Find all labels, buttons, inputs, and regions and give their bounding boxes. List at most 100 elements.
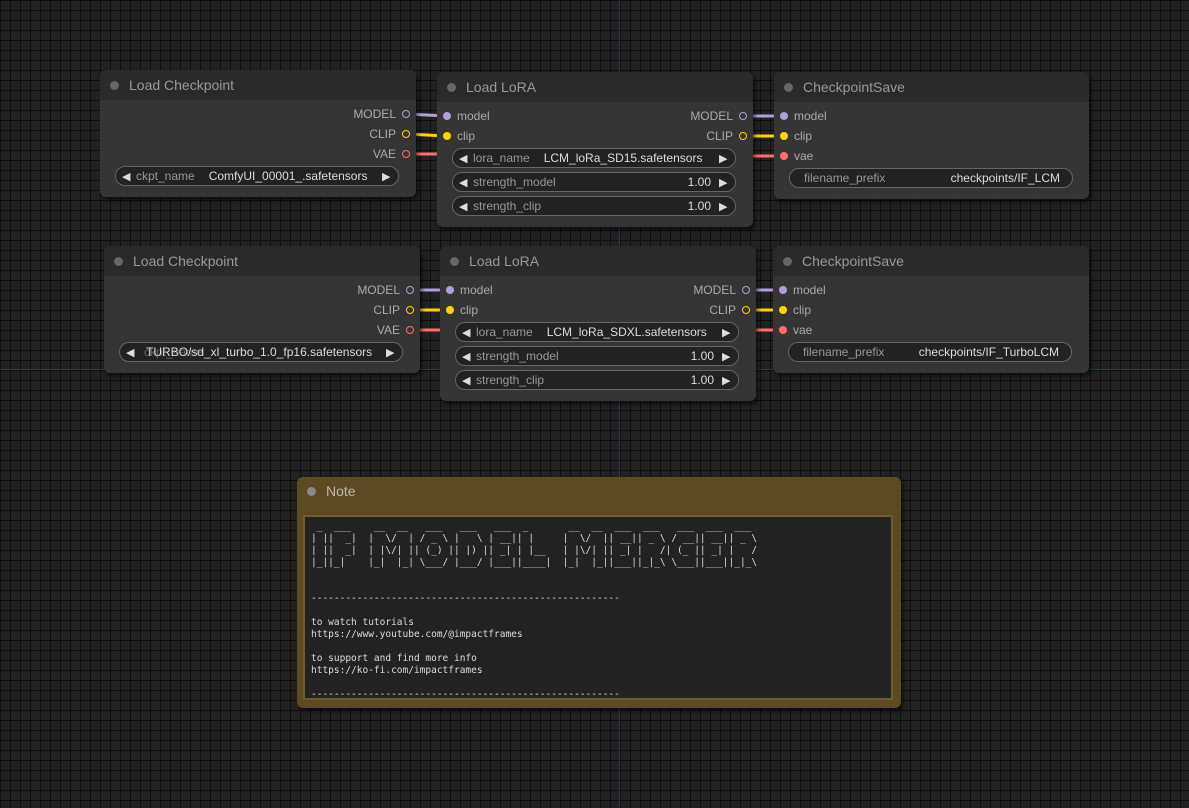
output-clip[interactable]: CLIP	[709, 300, 750, 320]
filename-prefix-input[interactable]: filename_prefix checkpoints/IF_TurboLCM	[788, 342, 1072, 362]
ckpt-name-combo[interactable]: ◀ ckpt_name ComfyUI_00001_.safetensors ▶	[115, 166, 399, 186]
widget-value: ComfyUI_00001_.safetensors	[208, 169, 368, 183]
input-slot-icon[interactable]	[446, 306, 454, 314]
strength-clip-number[interactable]: ◀ strength_clip 1.00 ▶	[452, 196, 736, 216]
lora-name-combo[interactable]: ◀ lora_name LCM_loRa_SDXL.safetensors ▶	[455, 322, 739, 342]
arrow-left-icon[interactable]: ◀	[462, 350, 472, 363]
output-slot-icon[interactable]	[402, 130, 410, 138]
input-label: clip	[794, 129, 813, 143]
arrow-right-icon[interactable]: ▶	[719, 200, 729, 213]
arrow-left-icon[interactable]: ◀	[122, 170, 132, 183]
node-title: CheckpointSave	[802, 253, 904, 269]
output-slot-icon[interactable]	[406, 306, 414, 314]
output-slot-icon[interactable]	[406, 286, 414, 294]
input-vae[interactable]: vae	[779, 320, 812, 340]
output-slot-icon[interactable]	[739, 132, 747, 140]
output-slot-icon[interactable]	[739, 112, 747, 120]
strength-clip-number[interactable]: ◀ strength_clip 1.00 ▶	[455, 370, 739, 390]
input-clip[interactable]: clip	[779, 300, 811, 320]
output-model[interactable]: MODEL	[693, 280, 750, 300]
input-slot-icon[interactable]	[779, 286, 787, 294]
output-clip[interactable]: CLIP	[373, 300, 414, 320]
collapse-dot-icon[interactable]	[450, 256, 459, 266]
arrow-left-icon[interactable]: ◀	[126, 346, 136, 359]
input-slot-icon[interactable]	[780, 152, 788, 160]
strength-model-number[interactable]: ◀ strength_model 1.00 ▶	[455, 346, 739, 366]
node-title-bar[interactable]: CheckpointSave	[774, 72, 1089, 102]
strength-model-number[interactable]: ◀ strength_model 1.00 ▶	[452, 172, 736, 192]
output-slot-icon[interactable]	[742, 286, 750, 294]
input-clip[interactable]: clip	[446, 300, 478, 320]
arrow-right-icon[interactable]: ▶	[719, 176, 729, 189]
arrow-left-icon[interactable]: ◀	[459, 200, 469, 213]
widget-value: checkpoints/IF_TurboLCM	[918, 345, 1059, 359]
output-vae[interactable]: VAE	[373, 144, 410, 164]
arrow-right-icon[interactable]: ▶	[722, 350, 732, 363]
checkpoint-save-node[interactable]: CheckpointSave model clip vae filename_p…	[773, 246, 1089, 373]
arrow-right-icon[interactable]: ▶	[719, 152, 729, 165]
input-slot-icon[interactable]	[780, 112, 788, 120]
filename-prefix-input[interactable]: filename_prefix checkpoints/IF_LCM	[789, 168, 1073, 188]
output-slot-icon[interactable]	[402, 150, 410, 158]
node-title-bar[interactable]: Note	[297, 477, 901, 505]
note-text-area[interactable]: _ ___ __ __ ___ ___ ___ _ __ __ ___ ___ …	[303, 515, 893, 700]
output-slot-icon[interactable]	[742, 306, 750, 314]
input-model[interactable]: model	[779, 280, 826, 300]
arrow-right-icon[interactable]: ▶	[382, 170, 392, 183]
input-clip[interactable]: clip	[780, 126, 812, 146]
load-lora-node[interactable]: Load LoRA model clip MODEL CLIP ◀ lora_n…	[437, 72, 753, 227]
widget-label: lora_name	[473, 151, 530, 165]
node-title-bar[interactable]: Load LoRA	[437, 72, 753, 102]
input-clip[interactable]: clip	[443, 126, 475, 146]
arrow-left-icon[interactable]: ◀	[459, 176, 469, 189]
arrow-right-icon[interactable]: ▶	[722, 326, 732, 339]
output-clip[interactable]: CLIP	[369, 124, 410, 144]
collapse-dot-icon[interactable]	[307, 486, 316, 496]
arrow-right-icon[interactable]: ▶	[386, 346, 396, 359]
input-label: model	[794, 109, 827, 123]
node-title-bar[interactable]: Load Checkpoint	[104, 246, 420, 276]
node-title: CheckpointSave	[803, 79, 905, 95]
load-lora-node[interactable]: Load LoRA model clip MODEL CLIP ◀ lora_n…	[440, 246, 756, 401]
output-label: MODEL	[357, 283, 400, 297]
input-model[interactable]: model	[443, 106, 490, 126]
input-slot-icon[interactable]	[443, 112, 451, 120]
arrow-left-icon[interactable]: ◀	[459, 152, 469, 165]
input-model[interactable]: model	[446, 280, 493, 300]
load-checkpoint-node[interactable]: Load Checkpoint MODEL CLIP VAE ◀ ckpt_na…	[104, 246, 420, 373]
widget-label: ckpt_name	[144, 345, 203, 359]
input-slot-icon[interactable]	[779, 306, 787, 314]
output-clip[interactable]: CLIP	[706, 126, 747, 146]
collapse-dot-icon[interactable]	[447, 82, 456, 92]
output-slot-icon[interactable]	[402, 110, 410, 118]
input-vae[interactable]: vae	[780, 146, 813, 166]
collapse-dot-icon[interactable]	[784, 82, 793, 92]
ckpt-name-combo[interactable]: ◀ ckpt_name TURBO/sd_xl_turbo_1.0_fp16.s…	[119, 342, 403, 362]
load-checkpoint-node[interactable]: Load Checkpoint MODEL CLIP VAE ◀ ckpt_na…	[100, 70, 416, 197]
input-slot-icon[interactable]	[780, 132, 788, 140]
arrow-right-icon[interactable]: ▶	[722, 374, 732, 387]
node-title-bar[interactable]: Load LoRA	[440, 246, 756, 276]
lora-name-combo[interactable]: ◀ lora_name LCM_loRa_SD15.safetensors ▶	[452, 148, 736, 168]
collapse-dot-icon[interactable]	[110, 80, 119, 90]
node-title-bar[interactable]: CheckpointSave	[773, 246, 1089, 276]
output-vae[interactable]: VAE	[377, 320, 414, 340]
output-model[interactable]: MODEL	[353, 104, 410, 124]
input-slot-icon[interactable]	[446, 286, 454, 294]
widget-value: checkpoints/IF_LCM	[950, 171, 1060, 185]
input-slot-icon[interactable]	[779, 326, 787, 334]
collapse-dot-icon[interactable]	[114, 256, 123, 266]
input-slot-icon[interactable]	[443, 132, 451, 140]
widget-value: 1.00	[687, 175, 711, 189]
output-model[interactable]: MODEL	[690, 106, 747, 126]
input-model[interactable]: model	[780, 106, 827, 126]
node-title-bar[interactable]: Load Checkpoint	[100, 70, 416, 100]
output-label: MODEL	[353, 107, 396, 121]
collapse-dot-icon[interactable]	[783, 256, 792, 266]
arrow-left-icon[interactable]: ◀	[462, 374, 472, 387]
note-node[interactable]: Note _ ___ __ __ ___ ___ ___ _ __ __ ___…	[297, 477, 901, 708]
arrow-left-icon[interactable]: ◀	[462, 326, 472, 339]
checkpoint-save-node[interactable]: CheckpointSave model clip vae filename_p…	[774, 72, 1089, 199]
output-slot-icon[interactable]	[406, 326, 414, 334]
output-model[interactable]: MODEL	[357, 280, 414, 300]
